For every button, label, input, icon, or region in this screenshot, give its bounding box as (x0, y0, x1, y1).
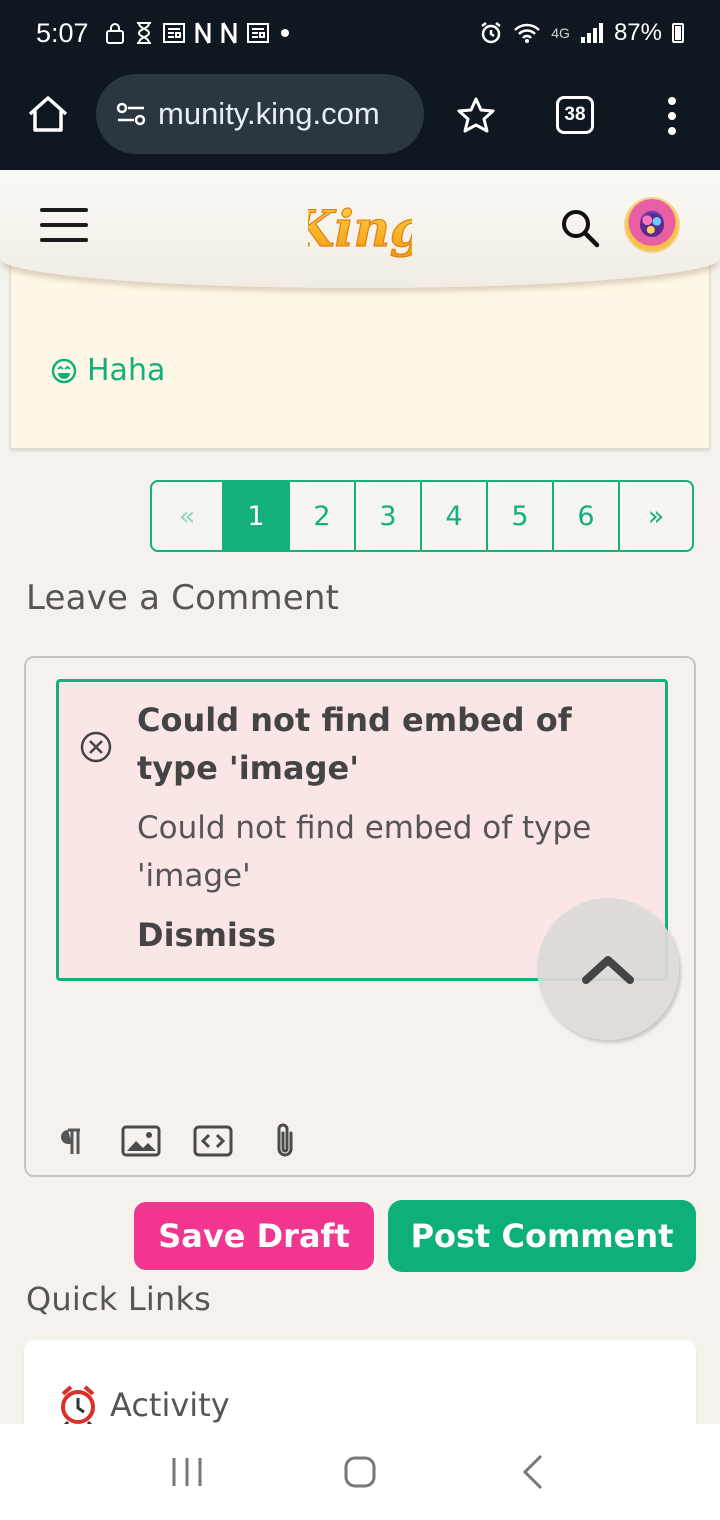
alarm-clock-icon (61, 1385, 95, 1426)
wifi-icon (514, 23, 541, 43)
hamburger-menu-button[interactable] (40, 208, 88, 242)
save-draft-button[interactable]: Save Draft (134, 1202, 374, 1270)
back-nav-button[interactable] (503, 1442, 563, 1502)
search-icon[interactable] (558, 206, 602, 250)
dot-icon (280, 29, 289, 37)
site-header: King (0, 170, 720, 288)
user-avatar[interactable] (624, 197, 680, 253)
editor-toolbar (48, 1120, 306, 1162)
error-message: Could not find embed of type 'image' (137, 810, 592, 894)
news-icon-2 (246, 23, 269, 43)
home-button[interactable] (26, 92, 70, 136)
status-bar: 5:07 4G 87% (0, 0, 720, 66)
insert-code-button[interactable] (192, 1120, 234, 1162)
haha-reaction[interactable]: Haha (51, 353, 165, 388)
url-text: munity.king.com (158, 96, 380, 131)
dismiss-button[interactable]: Dismiss (137, 916, 276, 954)
pagination-page-3[interactable]: 3 (356, 482, 422, 550)
king-logo[interactable]: King (308, 188, 412, 260)
quick-links-heading: Quick Links (26, 1280, 212, 1318)
insert-image-button[interactable] (120, 1120, 162, 1162)
news-icon (162, 23, 185, 43)
haha-label: Haha (87, 353, 166, 388)
browser-toolbar: munity.king.com 38 (0, 66, 720, 170)
activity-label: Activity (110, 1386, 230, 1424)
battery-percent: 87% (613, 19, 662, 46)
netflix-icon (195, 22, 211, 44)
hourglass-icon (136, 22, 151, 44)
site-settings-icon[interactable] (114, 97, 148, 131)
laughing-face-icon (51, 358, 77, 383)
battery-icon (672, 23, 684, 43)
status-time: 5:07 (36, 17, 89, 48)
android-nav-bar (0, 1424, 720, 1520)
pagination: « 1 2 3 4 5 6 » (150, 480, 694, 552)
lock-icon (105, 23, 124, 44)
code-icon (193, 1125, 233, 1157)
error-title: Could not find embed of type 'image' (137, 701, 572, 787)
pagination-page-5[interactable]: 5 (488, 482, 554, 550)
pagination-page-2[interactable]: 2 (290, 482, 356, 550)
error-circle-x-icon (80, 731, 112, 763)
pagination-last[interactable]: » (620, 482, 692, 550)
netflix-icon-2 (221, 22, 237, 44)
quick-link-activity[interactable]: Activity (58, 1384, 230, 1426)
pagination-first[interactable]: « (152, 482, 224, 550)
alarm-icon (481, 22, 502, 44)
paragraph-format-button[interactable] (48, 1120, 90, 1162)
back-chevron-icon (523, 1454, 543, 1490)
home-nav-button[interactable] (330, 1442, 390, 1502)
pagination-page-6[interactable]: 6 (554, 482, 620, 550)
bookmark-star-button[interactable] (456, 96, 496, 136)
scroll-to-top-button[interactable] (537, 898, 679, 1040)
attach-file-button[interactable] (264, 1120, 306, 1162)
chevron-up-icon (582, 956, 634, 984)
image-icon (121, 1125, 161, 1157)
home-square-icon (344, 1456, 376, 1488)
browser-menu-button[interactable] (664, 96, 680, 136)
signal-icon (580, 23, 603, 43)
network-type: 4G (551, 25, 570, 41)
king-logo-text: King (308, 199, 412, 258)
recent-apps-button[interactable] (157, 1442, 217, 1502)
recent-apps-icon (172, 1458, 202, 1486)
paperclip-icon (277, 1123, 293, 1157)
post-comment-button[interactable]: Post Comment (388, 1200, 696, 1272)
pagination-page-4[interactable]: 4 (422, 482, 488, 550)
address-bar[interactable]: munity.king.com (96, 74, 424, 154)
pagination-page-1[interactable]: 1 (224, 482, 290, 550)
leave-comment-heading: Leave a Comment (26, 578, 340, 618)
paragraph-icon (61, 1128, 80, 1154)
tab-count-button[interactable]: 38 (556, 96, 594, 134)
